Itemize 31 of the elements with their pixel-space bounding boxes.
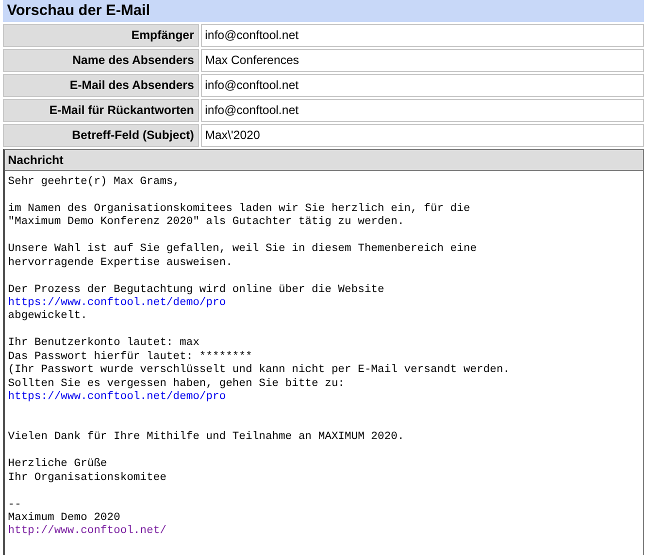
message-line: Sehr geehrte(r) Max Grams, [8,176,181,190]
message-line: im Namen des Organisationskomitees laden wir Sie herzlich ein, für die [8,202,472,216]
field-value: Max\'2020 [201,124,644,147]
field-label: E-Mail für Rückantworten [3,99,199,122]
message-line: Maximum Demo 2020 [8,512,122,525]
message-line: Das Passwort hierfür lautet: ******** [8,350,254,364]
message-line: -- [8,498,22,512]
field-label: Betreff-Feld (Subject) [3,124,199,147]
field-label: Name des Absenders [3,49,199,72]
message-line: "Maximum Demo Konferenz 2020" als Gutachter tätig zu werden. [8,216,406,230]
message-line: Der Prozess der Begutachtung wird online über die Website [8,284,386,297]
field-value: info@conftool.net [201,24,644,47]
field-label: Empfänger [3,24,199,47]
page-title: Vorschau der E-Mail [3,0,644,22]
message-link[interactable]: http://www.conftool.net/ [8,525,166,539]
message-line: hervorragende Expertise ausweisen. [8,256,234,270]
message-line: Sollten Sie es vergessen haben, gehen Sie bitte zu: [8,378,346,391]
message-line: Vielen Dank für Ihre Mithilfe und Teilnahme an MAXIMUM 2020. [8,431,406,445]
field-label: E-Mail des Absenders [3,74,199,97]
message-line: abgewickelt. [8,310,88,324]
field-value: Max Conferences [201,49,644,72]
message-link[interactable]: https://www.conftool.net/demo/pro [8,391,226,404]
message-line: Ihr Benutzerkonto lautet: max [8,337,200,351]
message-line: (Ihr Passwort wurde verschlüsselt und kann nicht per E-Mail versandt werden. [8,364,511,378]
message-line: Ihr Organisationskomitee [8,472,168,486]
field-value: info@conftool.net [201,99,644,122]
message-line: Herzliche Grüße [8,458,108,472]
message-line: Unsere Wahl ist auf Sie gefallen, weil Sie in diesem Themenbereich eine [8,243,478,257]
field-value: info@conftool.net [201,74,644,97]
message-link[interactable]: https://www.conftool.net/demo/pro [8,296,226,310]
message-heading: Nachricht [5,150,643,171]
